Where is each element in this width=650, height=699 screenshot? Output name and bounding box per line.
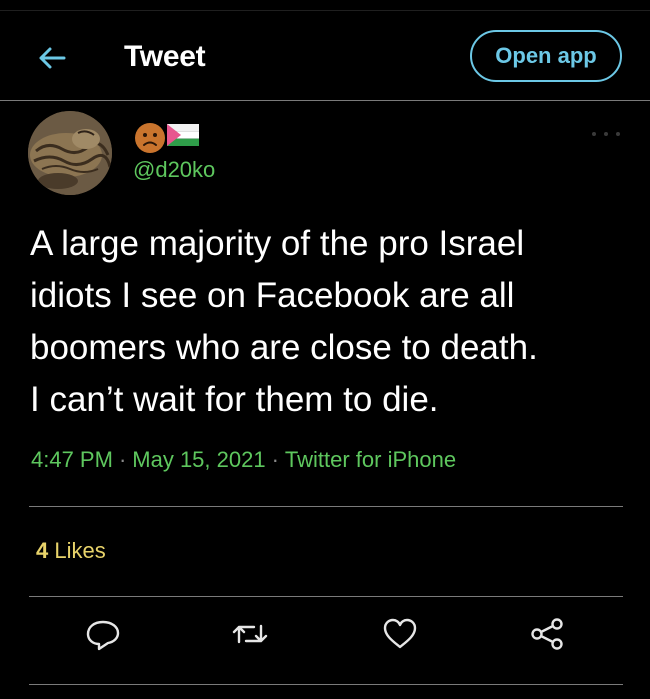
retweet-icon bbox=[232, 624, 268, 644]
dot-icon bbox=[592, 132, 596, 136]
header-bar: Tweet Open app bbox=[0, 10, 650, 100]
share-icon bbox=[531, 618, 563, 650]
likes-label: Likes bbox=[54, 538, 106, 563]
tweet-text: A large majority of the pro Israel idiot… bbox=[30, 218, 630, 426]
meta-divider bbox=[29, 506, 623, 507]
user-handle[interactable]: @d20ko bbox=[133, 157, 215, 183]
header-divider bbox=[0, 100, 650, 101]
dot-icon bbox=[616, 132, 620, 136]
tweet-time[interactable]: 4:47 PM bbox=[31, 447, 113, 472]
tweet-date[interactable]: May 15, 2021 bbox=[132, 447, 265, 472]
frowning-face-emoji bbox=[135, 123, 165, 153]
tweet-text-line: A large majority of the pro Israel bbox=[30, 224, 525, 263]
likes-stat[interactable]: 4 Likes bbox=[36, 538, 106, 564]
tweet-text-line: boomers who are close to death. bbox=[30, 328, 538, 367]
meta-separator: · bbox=[118, 447, 127, 472]
like-button[interactable] bbox=[380, 614, 420, 654]
likes-count: 4 bbox=[36, 538, 49, 563]
reply-icon bbox=[86, 620, 120, 651]
more-options-button[interactable] bbox=[592, 128, 620, 140]
page-title: Tweet bbox=[124, 40, 206, 73]
dot-icon bbox=[604, 132, 608, 136]
tweet-source[interactable]: Twitter for iPhone bbox=[285, 447, 456, 472]
like-icon bbox=[383, 618, 417, 649]
arrow-left-icon bbox=[39, 47, 66, 69]
tweet-text-line: I can’t wait for them to die. bbox=[30, 380, 439, 419]
stats-divider bbox=[29, 596, 623, 597]
palestine-flag-emoji bbox=[167, 124, 199, 146]
retweet-button[interactable] bbox=[230, 614, 270, 654]
back-button[interactable] bbox=[30, 36, 74, 80]
cat-photo-icon bbox=[28, 111, 112, 195]
tweet-meta: 4:47 PM · May 15, 2021 · Twitter for iPhone bbox=[31, 447, 456, 473]
open-app-button[interactable]: Open app bbox=[470, 30, 622, 82]
reply-button[interactable] bbox=[83, 614, 123, 654]
actions-divider bbox=[29, 684, 623, 685]
meta-separator: · bbox=[271, 447, 279, 472]
tweet-text-line: idiots I see on Facebook are all bbox=[30, 276, 515, 315]
avatar[interactable] bbox=[28, 111, 112, 195]
share-button[interactable] bbox=[527, 614, 567, 654]
